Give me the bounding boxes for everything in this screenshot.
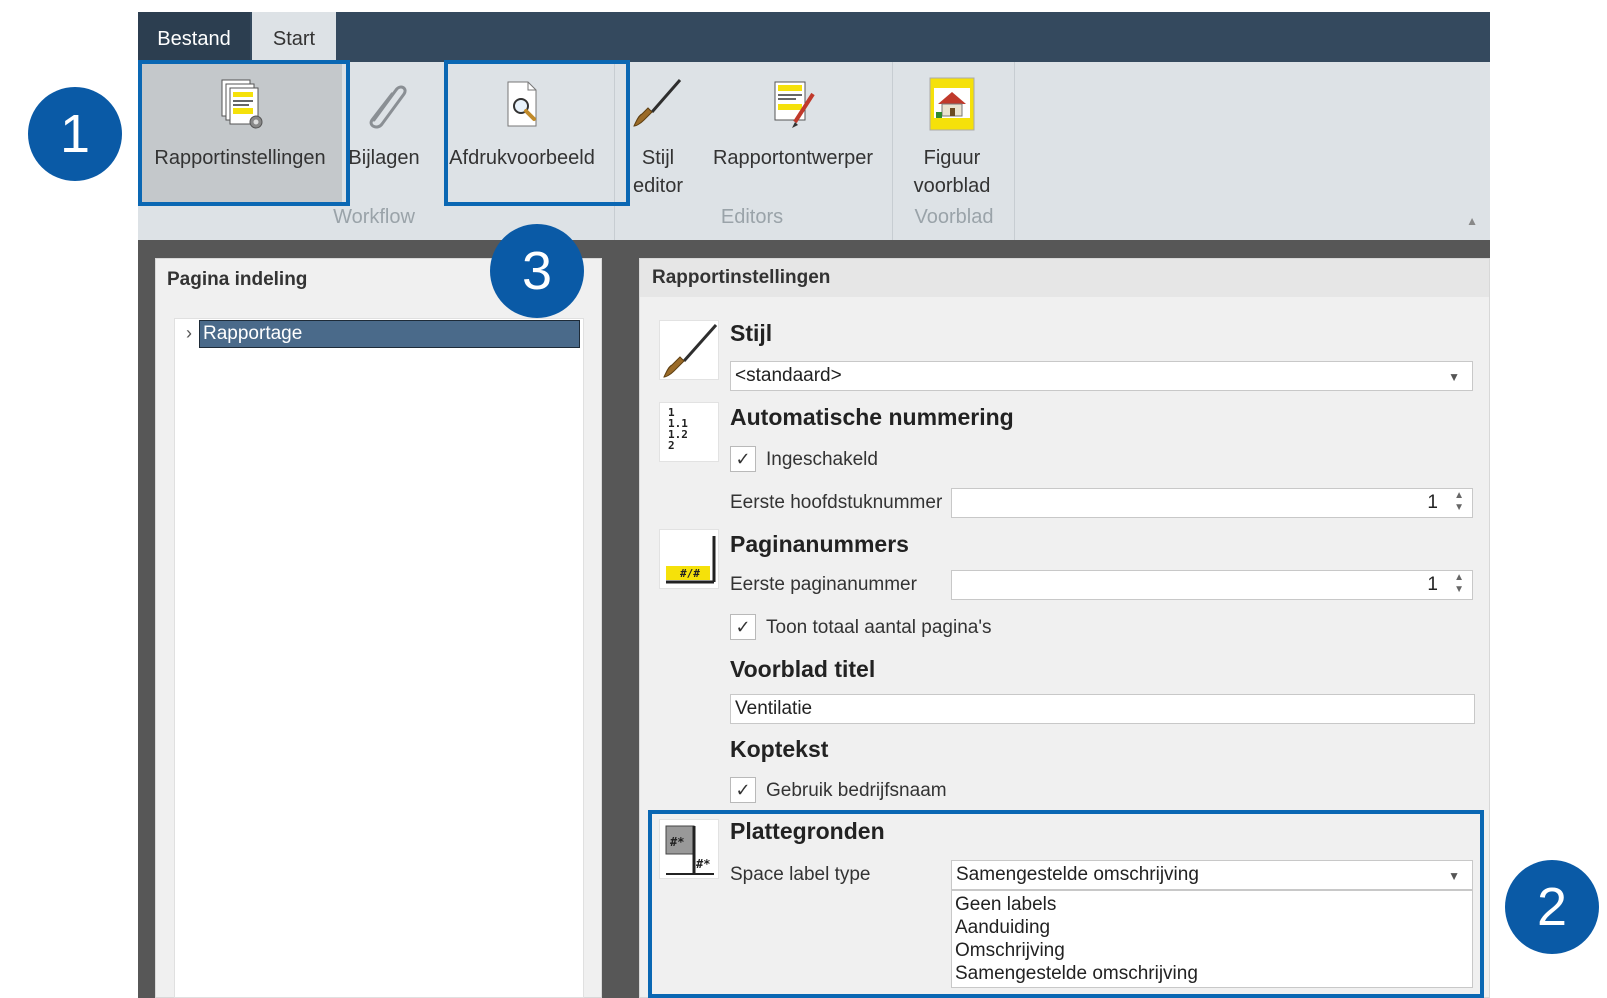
callout-badge-2: 2 [1505,860,1599,954]
style-heading: Stijl [730,320,773,346]
first-chapter-value: 1 [1427,492,1438,513]
style-dropdown[interactable]: <standaard> ▼ [730,361,1473,391]
report-designer-label: Rapportontwerper [712,147,874,169]
page-number-icon-glyph: #/# [680,567,700,580]
page-numbers-heading: Paginanummers [730,531,909,557]
cover-title-heading: Voorblad titel [730,656,876,682]
header-text-heading: Koptekst [730,736,829,762]
expand-chevron-icon[interactable]: › [186,320,192,346]
first-page-label: Eerste paginanummer [730,574,917,595]
style-editor-label: Stijl editor [618,144,698,200]
report-designer-button[interactable]: Rapportontwerper [706,62,880,202]
page-number-icon: #/# [659,529,719,589]
show-total-pages-label: Toon totaal aantal pagina's [766,617,992,638]
cover-title-input[interactable]: Ventilatie [730,694,1475,724]
style-editor-label-line1: Stijl [641,147,675,169]
callout-highlight-floorplans [648,810,1484,998]
report-designer-icon [774,81,815,128]
collapse-ribbon-icon[interactable]: ▲ [1466,214,1478,228]
cover-figure-label-line1: Figuur [923,147,981,169]
numbering-icon-line: 2 [668,439,675,452]
cover-group-label: Voorblad [914,206,994,228]
attachments-button[interactable]: Bijlagen [344,62,424,202]
paintbrush-icon [633,79,682,127]
cover-figure-label: Figuur voorblad [896,144,1008,200]
page-layout-title: Pagina indeling [167,269,308,290]
ribbon-separator [892,62,893,240]
report-settings-title: Rapportinstellingen [652,267,831,288]
cover-figure-label-line2: voorblad [913,175,991,197]
tab-start[interactable]: Start [252,12,336,62]
paintbrush-icon [659,320,719,380]
use-company-name-checkbox[interactable]: ✓ [730,777,756,803]
dropdown-arrow-icon: ▼ [1448,370,1460,384]
numbering-enabled-checkbox[interactable]: ✓ [730,446,756,472]
first-page-spinner[interactable]: 1 ▲ ▼ [951,570,1473,600]
paperclip-icon [369,85,407,129]
numbering-icon: 1 1.1 1.2 2 [659,402,719,462]
style-editor-label-line2: editor [632,175,684,197]
style-dropdown-value: <standaard> [735,365,842,386]
ribbon-tab-bar: Bestand Start [138,12,1490,62]
first-chapter-label: Eerste hoofdstuknummer [730,492,943,513]
first-page-value: 1 [1427,574,1438,595]
attachments-label: Bijlagen [348,147,420,169]
use-company-name-label: Gebruik bedrijfsnaam [766,780,947,801]
style-editor-button[interactable]: Stijl editor [618,62,698,202]
ribbon-separator [1014,62,1015,240]
numbering-icon-line: 1.2 [668,428,688,441]
spinner-arrows-icon[interactable]: ▲ ▼ [1454,572,1464,596]
callout-badge-3: 3 [490,224,584,318]
callout-highlight-print-preview [444,60,630,206]
callout-badge-1: 1 [28,87,122,181]
numbering-heading: Automatische nummering [730,404,1014,430]
numbering-enabled-label: Ingeschakeld [766,449,878,470]
editors-group-label: Editors [720,206,784,228]
cover-figure-icon [929,77,975,131]
cover-figure-button[interactable]: Figuur voorblad [896,62,1008,202]
show-total-pages-checkbox[interactable]: ✓ [730,614,756,640]
tree-item-rapportage[interactable]: Rapportage [199,320,580,348]
tab-bestand[interactable]: Bestand [138,12,250,62]
page-layout-tree[interactable] [174,318,584,998]
spinner-arrows-icon[interactable]: ▲ ▼ [1454,490,1464,514]
report-settings-header: Rapportinstellingen [640,259,1489,297]
callout-highlight-report-settings [138,60,350,206]
first-chapter-spinner[interactable]: 1 ▲ ▼ [951,488,1473,518]
